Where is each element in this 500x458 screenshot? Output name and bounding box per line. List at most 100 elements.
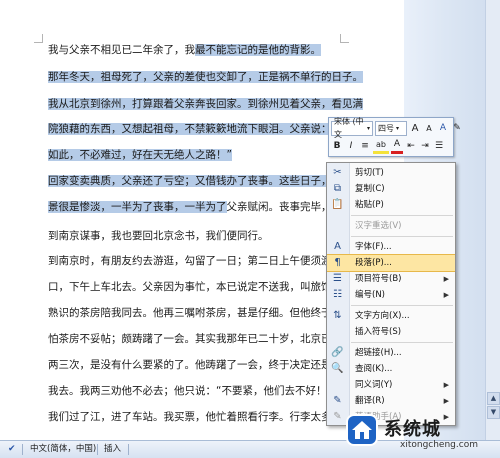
menu-item[interactable]: 同义词(Y) ▶ [327, 377, 455, 393]
cut-icon: ✂ [333, 167, 342, 178]
document-line[interactable]: 到南京时，有朋友约去游逛，勾留了一日；第二日上午便须渡江到浦 [48, 254, 363, 268]
menu-item[interactable]: ✎ 翻译(R) ▶ [327, 393, 455, 409]
numbering-icon: ☷ [333, 289, 342, 300]
menu-separator [351, 215, 453, 216]
menu-item[interactable]: ✂ 剪切(T) [327, 165, 455, 181]
vertical-scrollbar[interactable] [485, 0, 500, 440]
menu-item-label: 同义词(Y) [355, 380, 393, 390]
menu-item: 汉字重选(V) [327, 218, 455, 234]
translate-icon: ✎ [333, 395, 342, 406]
chevron-right-icon: ▶ [443, 291, 449, 299]
document-line[interactable]: 怕茶房不妥帖；颇踌躇了一会。其实我那年已二十岁，北京已来往过 [48, 332, 363, 346]
text-direction-icon: ⇅ [333, 310, 342, 321]
spellcheck-icon[interactable]: ✔ [8, 443, 16, 456]
menu-separator [351, 305, 453, 306]
menu-item-label: 汉字重选(V) [355, 221, 402, 231]
mini-toolbar: 宋体 (中文 ▾ 四号 ▾ A A A ✎ B I ≡ ab A ⇤ ⇥ ☰ [328, 117, 461, 157]
menu-item-label: 超链接(H)... [355, 348, 402, 358]
status-divider [22, 444, 23, 455]
menu-item[interactable]: A 字体(F)... [327, 239, 455, 255]
center-align-button[interactable]: ≡ [359, 140, 371, 153]
font-name-combo[interactable]: 宋体 (中文 ▾ [331, 117, 373, 139]
document-line[interactable]: 我去。我两三劝他不必去；他只说：“不要紧，他们去不好！” [48, 384, 332, 398]
font-icon: A [334, 241, 341, 252]
bullets-icon[interactable]: ☰ [433, 140, 445, 153]
document-line[interactable]: 到南京谋事，我也要回北京念书，我们便同行。 [48, 229, 269, 243]
watermark-url: xitongcheng.com [400, 440, 478, 450]
italic-button[interactable]: I [345, 140, 357, 153]
line-text: 口，下午上车北去。父亲因为事忙，本已说定不送我，叫旅馆里一个 [48, 281, 363, 293]
chevron-right-icon: ▶ [443, 397, 449, 405]
chevron-down-icon: ▾ [396, 124, 400, 132]
document-line[interactable]: 如此，不必难过，好在天无绝人之路！” [48, 148, 232, 162]
format-painter-icon[interactable]: ✎ [451, 122, 463, 135]
selected-text: 院狼藉的东西，又想起祖母，不禁簌簌地流下眼泪。父亲说：“事已 [48, 123, 358, 135]
document-line[interactable]: 熟识的茶房陪我同去。他再三嘱咐茶房，甚是仔细。但他终于不放心， [48, 306, 374, 320]
document-line[interactable]: 我与父亲不相见已二年余了，我最不能忘记的是他的背影。 [48, 43, 321, 57]
grow-font-button[interactable]: A [409, 122, 421, 135]
menu-item-label: 字体(F)... [355, 242, 392, 252]
selected-text: 最不能忘记的是他的背影。 [195, 44, 321, 56]
menu-item-label: 项目符号(B) [355, 274, 402, 284]
font-color-button[interactable]: A [391, 138, 403, 154]
menu-item[interactable]: 📋 粘贴(P) [327, 197, 455, 213]
decrease-indent-icon[interactable]: ⇤ [405, 140, 417, 153]
line-text: 到南京时，有朋友约去游逛，勾留了一日；第二日上午便须渡江到浦 [48, 255, 363, 267]
menu-item-label: 粘贴(P) [355, 200, 384, 210]
menu-separator [351, 342, 453, 343]
document-line[interactable]: 我们过了江，进了车站。我买票，他忙着照看行李。行李太多，得向 [48, 410, 363, 424]
page-corner-mark [34, 34, 43, 43]
hyperlink-icon: 🔗 [331, 347, 344, 358]
paste-icon: 📋 [331, 199, 344, 210]
menu-item-label: 段落(P)... [355, 258, 392, 268]
highlight-button[interactable]: ab [373, 138, 389, 154]
scroll-up-button[interactable]: ▲ [487, 392, 500, 405]
document-line[interactable]: 两三次，是没有什么要紧的了。他踌躇了一会，终于决定还是自己送 [48, 358, 363, 372]
shrink-font-button[interactable]: A [423, 122, 435, 135]
selected-text: 景很是惨淡，一半为了丧事，一半为了 [48, 201, 227, 213]
document-line[interactable]: 那年冬天，祖母死了，父亲的差使也交卸了，正是祸不单行的日子。 [48, 70, 363, 84]
menu-item[interactable]: 插入符号(S) [327, 324, 455, 340]
chevron-right-icon: ▶ [443, 275, 449, 283]
menu-item[interactable]: ☷ 编号(N) ▶ [327, 287, 455, 303]
menu-item[interactable]: ☰ 项目符号(B) ▶ [327, 271, 455, 287]
menu-item[interactable]: ¶ 段落(P)... [327, 254, 455, 272]
house-logo-icon [348, 416, 376, 444]
chevron-down-icon: ▾ [366, 124, 370, 132]
menu-item-label: 复制(C) [355, 184, 385, 194]
menu-item[interactable]: ⧉ 复制(C) [327, 181, 455, 197]
bold-button[interactable]: B [331, 140, 343, 153]
menu-item-label: 查阅(K)... [355, 364, 393, 374]
menu-item[interactable]: 🔍 查阅(K)... [327, 361, 455, 377]
selected-text: 我从北京到徐州，打算跟着父亲奔丧回家。到徐州见着父亲，看见满 [48, 98, 363, 110]
line-text: 我与父亲不相见已二年余了，我 [48, 44, 195, 56]
increase-indent-icon[interactable]: ⇥ [419, 140, 431, 153]
menu-item[interactable]: 🔗 超链接(H)... [327, 345, 455, 361]
menu-item[interactable]: ⇅ 文字方向(X)... [327, 308, 455, 324]
font-size-combo[interactable]: 四号 ▾ [375, 120, 407, 136]
lookup-icon: 🔍 [331, 363, 344, 374]
selected-text: 如此，不必难过，好在天无绝人之路！” [48, 149, 232, 161]
document-line[interactable]: 口，下午上车北去。父亲因为事忙，本已说定不送我，叫旅馆里一个 [48, 280, 363, 294]
menu-item-label: 插入符号(S) [355, 327, 402, 337]
selected-text: 回家变卖典质，父亲还了亏空；又借钱办了丧事。这些日子，家中光 [48, 175, 363, 187]
document-line[interactable]: 回家变卖典质，父亲还了亏空；又借钱办了丧事。这些日子，家中光 [48, 174, 363, 188]
bullets-icon: ☰ [333, 273, 342, 284]
menu-separator [351, 236, 453, 237]
document-line[interactable]: 景很是惨淡，一半为了丧事，一半为了父亲赋闲。丧事完毕，父亲要 [48, 200, 363, 214]
line-text: 两三次，是没有什么要紧的了。他踌躇了一会，终于决定还是自己送 [48, 359, 363, 371]
status-divider [128, 444, 129, 455]
menu-item-label: 编号(N) [355, 290, 385, 300]
line-text: 我们过了江，进了车站。我买票，他忙着照看行李。行李太多，得向 [48, 411, 363, 423]
status-insert-mode[interactable]: 插入 [104, 443, 121, 456]
status-language[interactable]: 中文(简体，中国) [30, 443, 96, 456]
font-size-value: 四号 [378, 123, 394, 133]
status-divider [97, 444, 98, 455]
menu-item-label: 翻译(R) [355, 396, 385, 406]
document-line[interactable]: 我从北京到徐州，打算跟着父亲奔丧回家。到徐州见着父亲，看见满 [48, 97, 363, 111]
selected-text: 那年冬天，祖母死了，父亲的差使也交卸了，正是祸不单行的日子。 [48, 71, 363, 83]
styles-button[interactable]: A [437, 122, 449, 135]
page-corner-mark [340, 34, 349, 43]
document-line[interactable]: 院狼藉的东西，又想起祖母，不禁簌簌地流下眼泪。父亲说：“事已 [48, 122, 358, 136]
line-text: 熟识的茶房陪我同去。他再三嘱咐茶房，甚是仔细。但他终于不放心， [48, 307, 374, 319]
